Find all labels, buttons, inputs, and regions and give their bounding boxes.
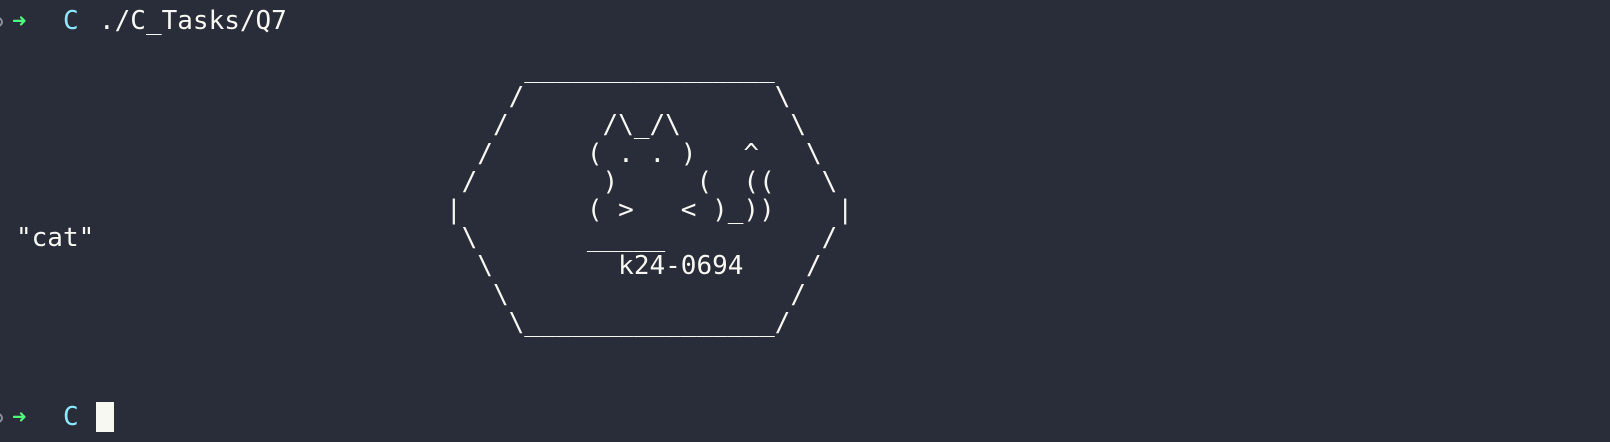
- status-dot-icon: [0, 17, 3, 27]
- ascii-art-cat: ________________ / \ / /\_/\ \ / ( . . )…: [446, 54, 853, 338]
- prompt-directory: C: [63, 6, 79, 36]
- status-dot-icon: [0, 413, 3, 423]
- prompt-arrow-icon: ➜: [12, 403, 27, 431]
- text-cursor[interactable]: [96, 402, 114, 432]
- prompt-arrow-icon: ➜: [12, 7, 27, 35]
- command-text: ./C_Tasks/Q7: [99, 6, 287, 36]
- prompt-directory: C: [63, 402, 79, 432]
- terminal-window[interactable]: ➜ C ./C_Tasks/Q7 "cat" ________________ …: [0, 0, 1610, 442]
- output-word: "cat": [16, 223, 95, 253]
